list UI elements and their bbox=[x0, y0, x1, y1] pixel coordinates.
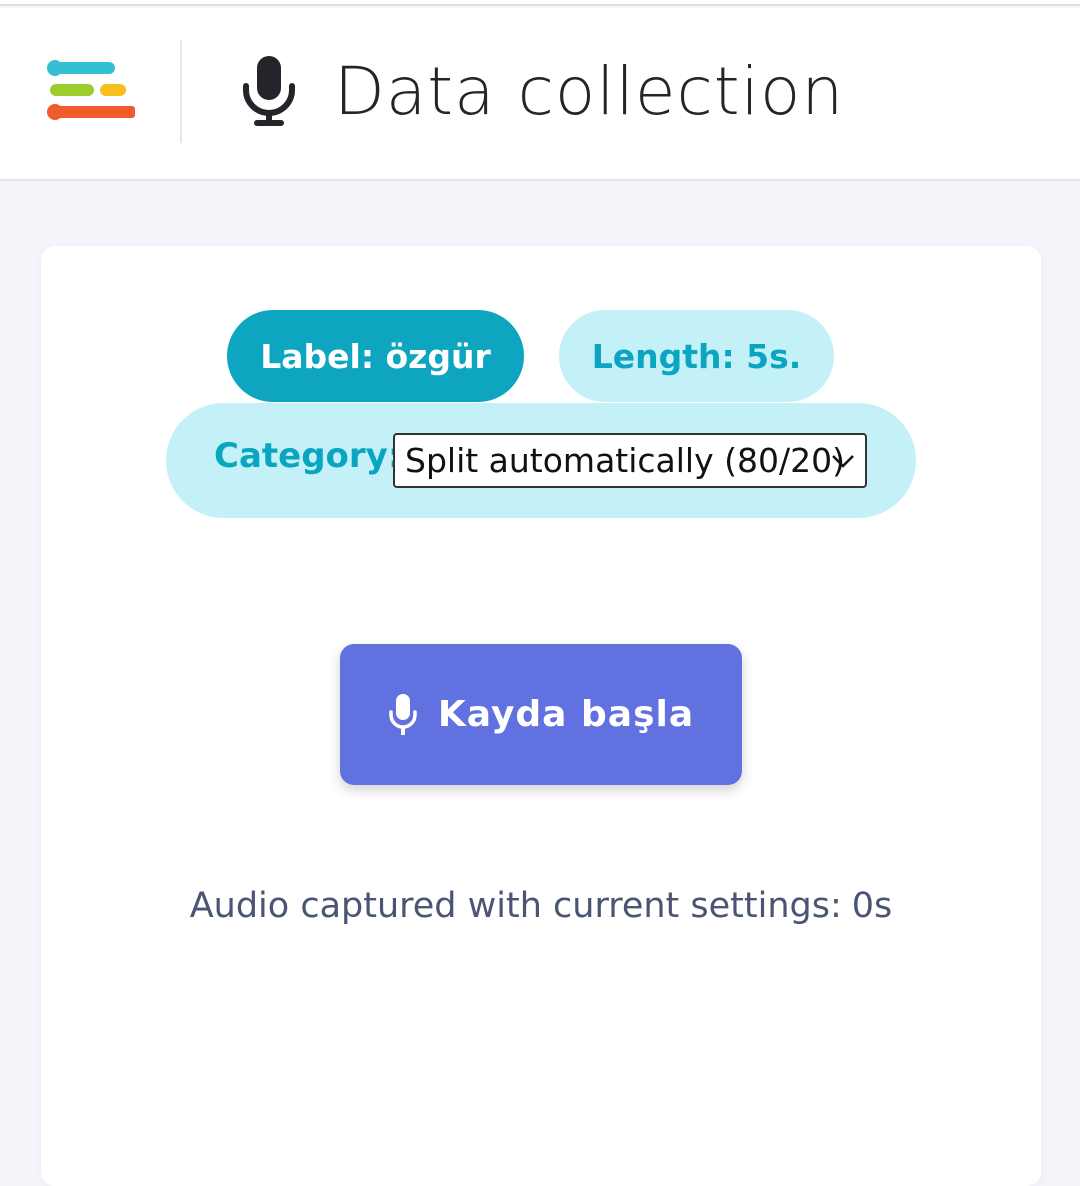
header-divider bbox=[180, 40, 182, 143]
audio-captured-label: Audio captured with current settings: bbox=[189, 886, 842, 926]
category-pill: Category: Split automatically (80/20) bbox=[166, 403, 916, 518]
app-header: Data collection bbox=[0, 8, 1080, 181]
start-recording-button[interactable]: Kayda başla bbox=[340, 644, 742, 785]
microphone-icon bbox=[389, 693, 417, 735]
start-recording-label: Kayda başla bbox=[437, 694, 695, 735]
recording-card: Label: özgür Length: 5s. Category: Split… bbox=[41, 246, 1041, 1186]
app-logo-icon[interactable] bbox=[46, 60, 136, 122]
top-border bbox=[0, 0, 1080, 6]
length-pill[interactable]: Length: 5s. bbox=[559, 310, 834, 402]
category-select[interactable]: Split automatically (80/20) bbox=[393, 433, 867, 488]
category-label: Category: bbox=[214, 436, 402, 476]
microphone-icon bbox=[243, 56, 295, 126]
label-pill[interactable]: Label: özgür bbox=[227, 310, 524, 402]
page-title: Data collection bbox=[334, 53, 845, 130]
audio-captured-value: 0s bbox=[851, 886, 893, 926]
audio-captured-status: Audio captured with current settings: 0s bbox=[41, 886, 1041, 926]
category-selected-value: Split automatically (80/20) bbox=[405, 441, 845, 480]
chevron-down-icon bbox=[832, 455, 854, 468]
